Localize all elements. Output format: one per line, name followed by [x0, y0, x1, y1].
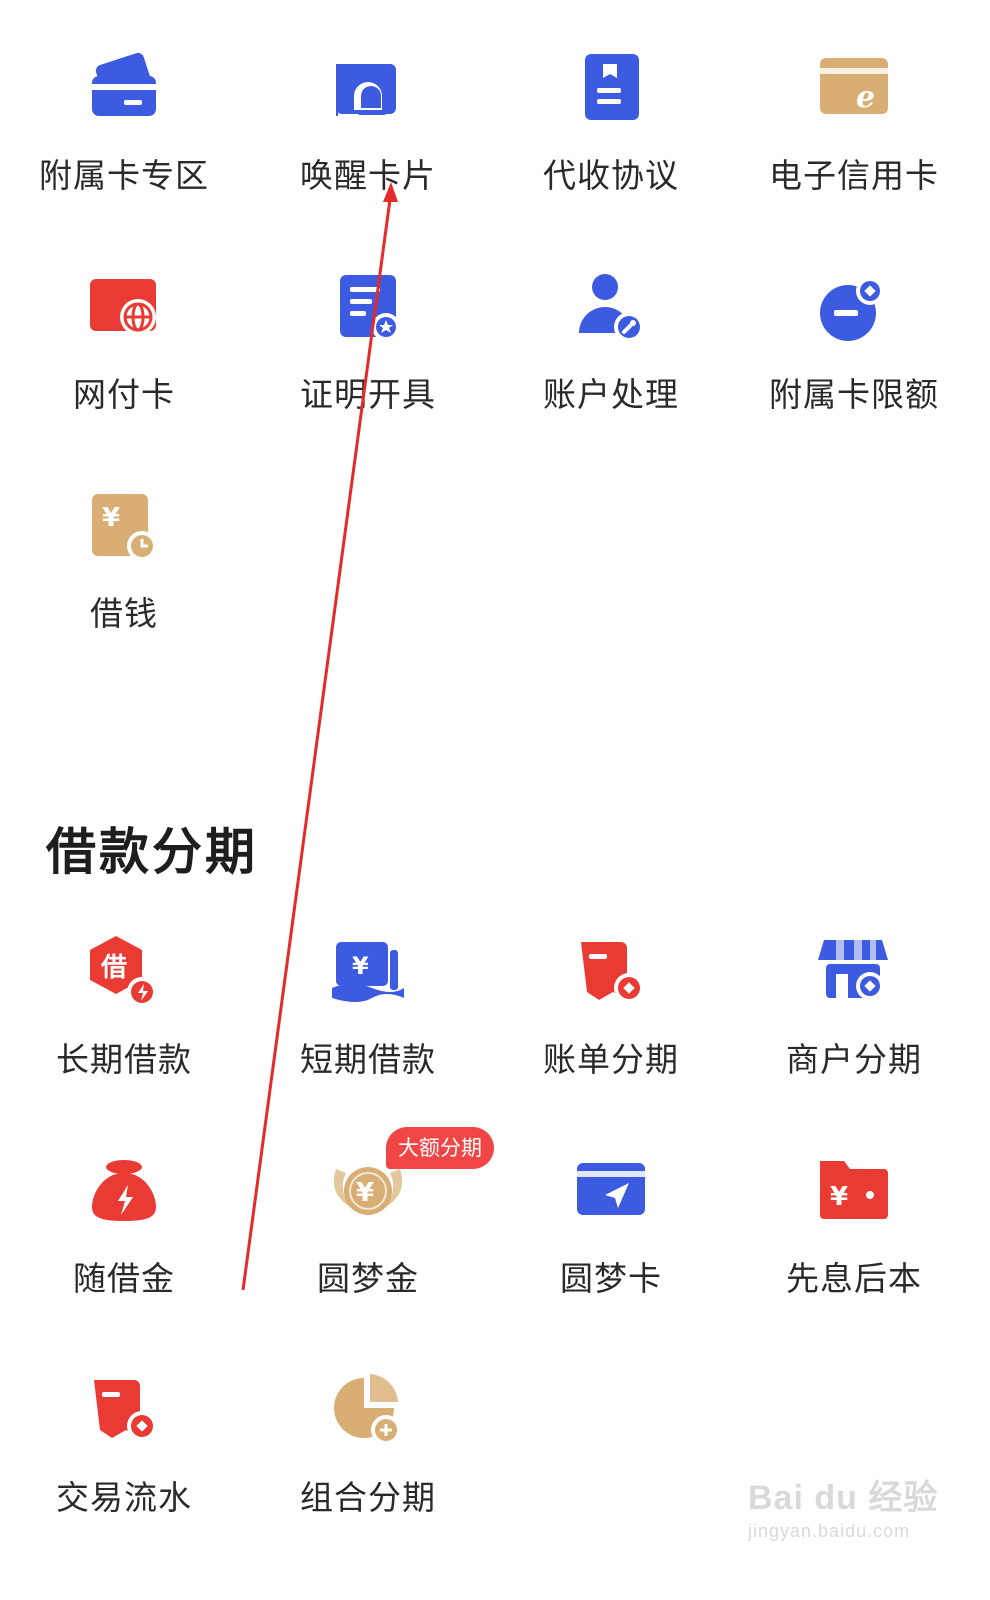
web-pay-card-icon — [84, 271, 164, 351]
dream-card-icon — [571, 1155, 651, 1235]
watermark-main: Bai du 经验 — [748, 1479, 939, 1517]
loan-label: 商户分期 — [786, 1040, 922, 1079]
service-label: 附属卡限额 — [769, 375, 939, 414]
service-label: 代收协议 — [543, 156, 679, 195]
loan-merchant-installment[interactable]: 商户分期 — [730, 936, 978, 1136]
service-subcard-limit[interactable]: 附属卡限额 — [730, 271, 978, 471]
loan-label: 圆梦金 — [317, 1259, 419, 1298]
svg-text:e: e — [856, 80, 875, 115]
card-icon — [84, 52, 164, 132]
loan-bill-installment[interactable]: 账单分期 — [487, 936, 735, 1136]
baidu-watermark: Bai du 经验 jingyan.baidu.com — [748, 1470, 968, 1560]
service-account-handling[interactable]: 账户处理 — [487, 271, 735, 471]
combined-installment-icon — [328, 1374, 408, 1454]
interest-first-icon: ¥ — [814, 1155, 894, 1235]
loan-dream-fund[interactable]: ¥ 圆梦金 — [244, 1155, 492, 1355]
loan-label: 短期借款 — [300, 1040, 436, 1079]
loan-dream-card[interactable]: 圆梦卡 — [487, 1155, 735, 1355]
svg-text:¥: ¥ — [352, 952, 369, 980]
loan-interest-first[interactable]: ¥ 先息后本 — [730, 1155, 978, 1355]
borrow-money-icon: ¥ — [84, 490, 164, 570]
service-label: 网付卡 — [73, 375, 175, 414]
service-label: 证明开具 — [300, 375, 436, 414]
svg-text:¥: ¥ — [102, 503, 120, 533]
service-web-pay-card[interactable]: 网付卡 — [0, 271, 248, 471]
loan-label: 长期借款 — [56, 1040, 192, 1079]
service-e-credit-card[interactable]: e 电子信用卡 — [730, 52, 978, 252]
loan-label: 先息后本 — [786, 1259, 922, 1298]
loan-label: 账单分期 — [543, 1040, 679, 1079]
bell-card-icon — [328, 52, 408, 132]
e-card-icon: e — [814, 52, 894, 132]
loan-short-term[interactable]: ¥ 短期借款 — [244, 936, 492, 1136]
svg-text:¥: ¥ — [830, 1182, 848, 1212]
loan-label: 圆梦卡 — [560, 1259, 662, 1298]
service-label: 借钱 — [90, 594, 158, 633]
limit-icon — [814, 271, 894, 351]
promo-badge: 大额分期 — [386, 1127, 494, 1169]
service-subcard-zone[interactable]: 附属卡专区 — [0, 52, 248, 252]
service-borrow-money[interactable]: ¥ 借钱 — [0, 490, 248, 690]
watermark-sub: jingyan.baidu.com — [748, 1521, 911, 1541]
service-label: 账户处理 — [543, 375, 679, 414]
transaction-record-icon — [84, 1374, 164, 1454]
section-title-loan: 借款分期 — [46, 823, 258, 881]
service-label: 电子信用卡 — [769, 156, 939, 195]
account-settings-icon — [571, 271, 651, 351]
money-bag-icon — [84, 1155, 164, 1235]
loan-money-bag[interactable]: 随借金 — [0, 1155, 248, 1355]
service-collection-agreement[interactable]: 代收协议 — [487, 52, 735, 252]
service-certificate[interactable]: 证明开具 — [244, 271, 492, 471]
svg-text:借: 借 — [100, 953, 127, 983]
short-loan-icon: ¥ — [328, 936, 408, 1016]
merchant-installment-icon — [814, 936, 894, 1016]
certificate-icon — [328, 271, 408, 351]
bill-installment-icon — [571, 936, 651, 1016]
svg-text:¥: ¥ — [356, 1178, 374, 1208]
service-wake-card[interactable]: 唤醒卡片 — [244, 52, 492, 252]
service-label: 附属卡专区 — [39, 156, 209, 195]
loan-long-term[interactable]: 借 长期借款 — [0, 936, 248, 1136]
loan-combined-installment[interactable]: 组合分期 — [244, 1374, 492, 1574]
long-loan-icon: 借 — [84, 936, 164, 1016]
loan-label: 交易流水 — [56, 1478, 192, 1517]
document-icon — [571, 52, 651, 132]
loan-label: 组合分期 — [300, 1478, 436, 1517]
service-label: 唤醒卡片 — [300, 156, 436, 195]
loan-label: 随借金 — [73, 1259, 175, 1298]
loan-transaction-record[interactable]: 交易流水 — [0, 1374, 248, 1574]
